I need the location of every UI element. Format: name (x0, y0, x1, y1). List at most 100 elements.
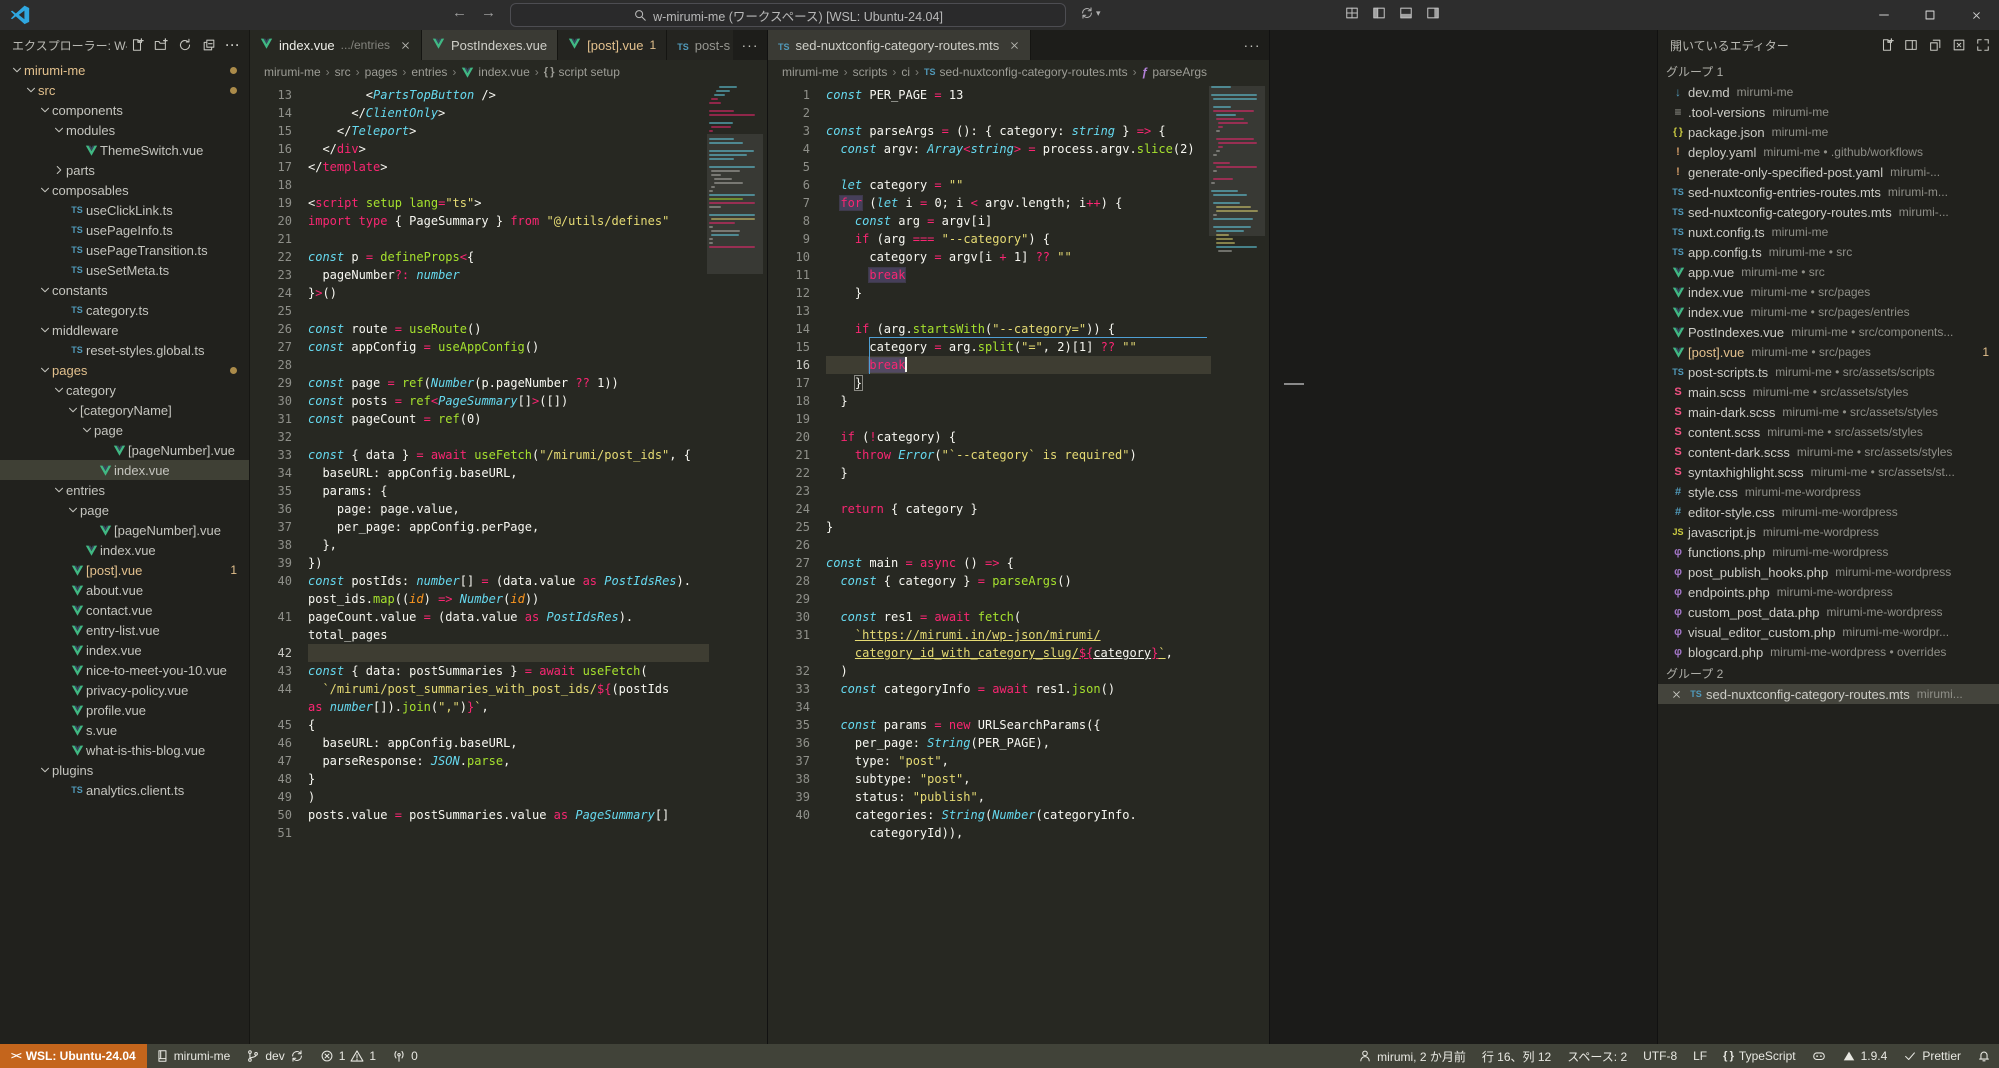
code-line-25[interactable] (308, 302, 709, 320)
line-number[interactable]: 16 (768, 356, 810, 374)
tab-post-s[interactable]: TSpost-s (667, 30, 733, 60)
code-line-41[interactable]: pageCount.value = (data.value as PostIds… (308, 608, 709, 626)
open-editor-item-sed-nuxtconfig-category-routes-mts[interactable]: TSsed-nuxtconfig-category-routes.mtsmiru… (1658, 684, 1999, 704)
code-line-27[interactable]: const appConfig = useAppConfig() (308, 338, 709, 356)
tree-item-plugins[interactable]: plugins (0, 760, 249, 780)
line-number[interactable]: 36 (250, 500, 292, 518)
new-file-icon[interactable] (127, 35, 147, 55)
line-number[interactable]: 13 (250, 86, 292, 104)
code-line-21[interactable] (308, 230, 709, 248)
open-editor-item-post-scripts-ts[interactable]: TSpost-scripts.tsmirumi-me • src/assets/… (1658, 362, 1999, 382)
code-line-18[interactable] (308, 176, 709, 194)
code-line-5[interactable] (826, 158, 1211, 176)
line-number[interactable]: 40 (250, 572, 292, 590)
code-line-30[interactable]: const res1 = await fetch( (826, 608, 1211, 626)
line-number[interactable]: 38 (768, 770, 810, 788)
open-editor-item--post-vue[interactable]: [post].vuemirumi-me • src/pages1 (1658, 342, 1999, 362)
open-editor-item-content-dark-scss[interactable]: Scontent-dark.scssmirumi-me • src/assets… (1658, 442, 1999, 462)
open-editor-item-main-dark-scss[interactable]: Smain-dark.scssmirumi-me • src/assets/st… (1658, 402, 1999, 422)
open-editor-item-javascript-js[interactable]: JSjavascript.jsmirumi-me-wordpress (1658, 522, 1999, 542)
line-number[interactable] (768, 644, 810, 662)
code-line-39[interactable]: status: "publish", (826, 788, 1211, 806)
code-line-25[interactable]: } (826, 518, 1211, 536)
breadcrumb-item[interactable]: pages (365, 65, 398, 79)
code-line-40[interactable]: categories: String(Number(categoryInfo. (826, 806, 1211, 824)
code-line-16[interactable]: </div> (308, 140, 709, 158)
open-editor-item-sed-nuxtconfig-category-routes-mts[interactable]: TSsed-nuxtconfig-category-routes.mtsmiru… (1658, 202, 1999, 222)
code-line-42[interactable] (308, 644, 709, 662)
open-editor-item-custom-post-data-php[interactable]: φcustom_post_data.phpmirumi-me-wordpress (1658, 602, 1999, 622)
line-number[interactable]: 47 (250, 752, 292, 770)
code-line-9[interactable]: if (arg === "--category") { (826, 230, 1211, 248)
code-line-18[interactable]: } (826, 392, 1211, 410)
tree-item-index-vue[interactable]: index.vue (0, 540, 249, 560)
line-number[interactable]: 43 (250, 662, 292, 680)
tree-item-parts[interactable]: parts (0, 160, 249, 180)
code-line-50[interactable]: posts.value = postSummaries.value as Pag… (308, 806, 709, 824)
line-number[interactable]: 25 (768, 518, 810, 536)
close-tab-icon[interactable] (400, 40, 411, 51)
code-line-37[interactable]: type: "post", (826, 752, 1211, 770)
code-line-36[interactable]: per_page: String(PER_PAGE), (826, 734, 1211, 752)
line-number[interactable]: 27 (250, 338, 292, 356)
line-number[interactable]: 20 (250, 212, 292, 230)
code-line-26[interactable]: const route = useRoute() (308, 320, 709, 338)
breadcrumb-item[interactable]: ci (901, 65, 910, 79)
line-number[interactable]: 12 (768, 284, 810, 302)
code-line-29[interactable]: const page = ref(Number(p.pageNumber ?? … (308, 374, 709, 392)
line-number[interactable]: 17 (768, 374, 810, 392)
line-number[interactable] (250, 626, 292, 644)
line-number[interactable]: 20 (768, 428, 810, 446)
code-line-28[interactable]: const { category } = parseArgs() (826, 572, 1211, 590)
line-number[interactable]: 16 (250, 140, 292, 158)
line-number[interactable]: 18 (250, 176, 292, 194)
code-line-19[interactable]: <script setup lang="ts"> (308, 194, 709, 212)
code-line-13[interactable] (826, 302, 1211, 320)
tree-item-themeswitch-vue[interactable]: ThemeSwitch.vue (0, 140, 249, 160)
tree-item-index-vue[interactable]: index.vue (0, 640, 249, 660)
line-number[interactable]: 17 (250, 158, 292, 176)
status-problems[interactable]: 11 (312, 1044, 384, 1068)
open-editor-item-main-scss[interactable]: Smain.scssmirumi-me • src/assets/styles (1658, 382, 1999, 402)
tree-item-usepageinfo-ts[interactable]: TSusePageInfo.ts (0, 220, 249, 240)
line-number[interactable]: 24 (768, 500, 810, 518)
line-number[interactable]: 3 (768, 122, 810, 140)
code-line-47[interactable]: parseResponse: JSON.parse, (308, 752, 709, 770)
new-file-icon[interactable] (1877, 35, 1897, 55)
code-editor-sed-nuxtconfig[interactable]: 1234567891011121314151617181920212223242… (768, 84, 1269, 1044)
minimap[interactable] (709, 86, 759, 1044)
line-number[interactable]: 38 (250, 536, 292, 554)
breadcrumb-item[interactable]: mirumi-me (264, 65, 321, 79)
code-line-2[interactable] (826, 104, 1211, 122)
status-prettier[interactable]: Prettier (1895, 1044, 1969, 1068)
code-line-32[interactable]: ) (826, 662, 1211, 680)
code-line-13[interactable]: <PartsTopButton /> (308, 86, 709, 104)
code-line-22[interactable]: const p = defineProps<{ (308, 248, 709, 266)
code-line-51[interactable] (308, 824, 709, 842)
line-number[interactable]: 19 (768, 410, 810, 428)
code-line-15[interactable]: category = arg.split("=", 2)[1] ?? "" (826, 338, 1211, 356)
tree-item-middleware[interactable]: middleware (0, 320, 249, 340)
status-language-mode[interactable]: { }TypeScript (1715, 1044, 1803, 1068)
code-editor-index-vue[interactable]: 1314151617181920212223242526272829303132… (250, 84, 767, 1044)
open-editor-item-app-vue[interactable]: app.vuemirumi-me • src (1658, 262, 1999, 282)
tree-item-usesetmeta-ts[interactable]: TSuseSetMeta.ts (0, 260, 249, 280)
tree-item-entries[interactable]: entries (0, 480, 249, 500)
line-number[interactable]: 14 (768, 320, 810, 338)
tab--post-vue[interactable]: [post].vue1 (558, 30, 667, 60)
line-number[interactable]: 29 (768, 590, 810, 608)
code-line-33[interactable]: const { data } = await useFetch("/mirumi… (308, 446, 709, 464)
new-folder-icon[interactable] (151, 35, 171, 55)
code-line-38[interactable]: }, (308, 536, 709, 554)
open-editor-item-functions-php[interactable]: φfunctions.phpmirumi-me-wordpress (1658, 542, 1999, 562)
code-line-38[interactable]: subtype: "post", (826, 770, 1211, 788)
status-indentation[interactable]: スペース: 2 (1559, 1044, 1635, 1068)
status-copilot[interactable] (1804, 1044, 1834, 1068)
editor-actions-more-icon[interactable]: ··· (733, 30, 767, 60)
line-number[interactable] (768, 824, 810, 842)
code-line-36[interactable]: page: page.value, (308, 500, 709, 518)
minimap[interactable] (1211, 86, 1261, 1044)
line-number[interactable]: 46 (250, 734, 292, 752)
open-editor-item-style-css[interactable]: #style.cssmirumi-me-wordpress (1658, 482, 1999, 502)
code-line-11[interactable]: break (826, 266, 1211, 284)
